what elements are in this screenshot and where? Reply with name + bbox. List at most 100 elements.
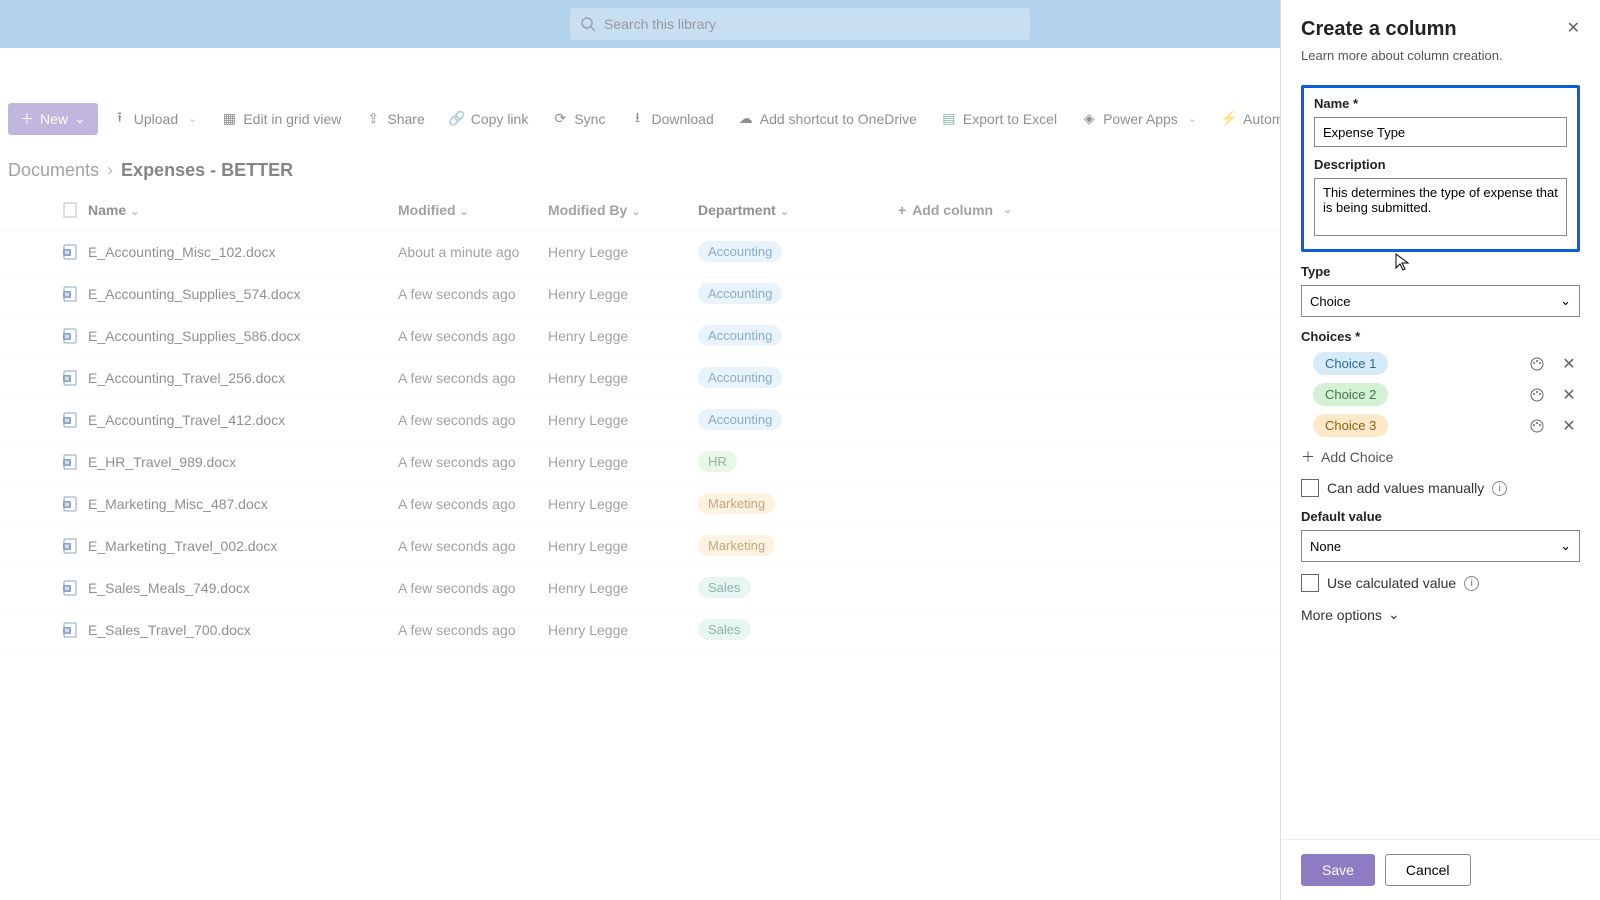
power-apps-button[interactable]: ◈Power Apps⌄: [1071, 103, 1207, 135]
svg-text:W: W: [65, 376, 70, 382]
col-modified[interactable]: Modified⌄: [398, 202, 548, 218]
learn-more-link[interactable]: Learn more about column creation.: [1301, 48, 1503, 63]
cancel-button[interactable]: Cancel: [1385, 854, 1471, 886]
palette-icon[interactable]: [1526, 353, 1548, 375]
chevron-down-icon: ⌄: [1560, 538, 1571, 554]
type-select[interactable]: Choice⌄: [1301, 285, 1580, 317]
chevron-down-icon: ⌄: [631, 206, 640, 218]
column-name-input[interactable]: [1314, 117, 1567, 147]
add-column-button[interactable]: +Add column⌄: [898, 202, 1078, 218]
file-name[interactable]: E_Sales_Travel_700.docx: [88, 622, 398, 638]
modified-by[interactable]: Henry Legge: [548, 412, 698, 428]
modified-by[interactable]: Henry Legge: [548, 454, 698, 470]
file-name[interactable]: E_Accounting_Supplies_574.docx: [88, 286, 398, 302]
create-column-panel: Create a column ✕ Learn more about colum…: [1280, 0, 1600, 900]
svg-text:W: W: [65, 334, 70, 340]
upload-icon: ⭱: [112, 111, 128, 127]
export-excel-button[interactable]: ▤Export to Excel: [931, 103, 1067, 135]
department-pill: Accounting: [698, 325, 782, 346]
info-icon[interactable]: i: [1492, 481, 1507, 496]
search-icon: [580, 16, 596, 32]
file-name[interactable]: E_Marketing_Travel_002.docx: [88, 538, 398, 554]
file-name[interactable]: E_Accounting_Supplies_586.docx: [88, 328, 398, 344]
modified-time: A few seconds ago: [398, 412, 548, 428]
mouse-cursor-icon: [1395, 253, 1411, 273]
choice-chip[interactable]: Choice 2: [1313, 383, 1388, 406]
modified-by[interactable]: Henry Legge: [548, 538, 698, 554]
new-label: New: [40, 111, 68, 127]
palette-icon[interactable]: [1526, 384, 1548, 406]
col-name[interactable]: Name⌄: [88, 202, 398, 218]
onedrive-icon: ☁: [738, 111, 754, 127]
description-input[interactable]: [1314, 178, 1567, 236]
svg-text:W: W: [65, 292, 70, 298]
breadcrumb-root[interactable]: Documents: [8, 160, 99, 181]
modified-by[interactable]: Henry Legge: [548, 580, 698, 596]
default-value-select[interactable]: None⌄: [1301, 530, 1580, 562]
choice-row: Choice 2 ✕: [1301, 383, 1580, 406]
search-input[interactable]: [604, 16, 1020, 32]
info-icon[interactable]: i: [1464, 576, 1479, 591]
copy-link-button[interactable]: 🔗Copy link: [439, 103, 539, 135]
file-name[interactable]: E_Sales_Meals_749.docx: [88, 580, 398, 596]
new-button[interactable]: ＋ New ⌄: [8, 103, 98, 135]
file-name[interactable]: E_Accounting_Misc_102.docx: [88, 244, 398, 260]
modified-time: About a minute ago: [398, 244, 548, 260]
file-name[interactable]: E_Accounting_Travel_412.docx: [88, 412, 398, 428]
word-doc-icon: W: [52, 538, 88, 554]
share-icon: ⇪: [365, 111, 381, 127]
choice-chip[interactable]: Choice 3: [1313, 414, 1388, 437]
modified-time: A few seconds ago: [398, 580, 548, 596]
download-icon: ⭳: [629, 111, 645, 127]
svg-text:W: W: [65, 586, 70, 592]
more-options-toggle[interactable]: More options⌄: [1301, 606, 1580, 623]
col-modified-by[interactable]: Modified By⌄: [548, 202, 698, 218]
remove-choice-icon[interactable]: ✕: [1558, 353, 1580, 375]
download-button[interactable]: ⭳Download: [619, 103, 723, 135]
file-name[interactable]: E_Accounting_Travel_256.docx: [88, 370, 398, 386]
sync-icon: ⟳: [552, 111, 568, 127]
modified-by[interactable]: Henry Legge: [548, 244, 698, 260]
word-doc-icon: W: [52, 244, 88, 260]
remove-choice-icon[interactable]: ✕: [1558, 384, 1580, 406]
modified-time: A few seconds ago: [398, 370, 548, 386]
col-department[interactable]: Department⌄: [698, 202, 898, 218]
svg-text:W: W: [65, 628, 70, 634]
checkbox-icon: [1301, 574, 1319, 592]
word-doc-icon: W: [52, 496, 88, 512]
file-name[interactable]: E_Marketing_Misc_487.docx: [88, 496, 398, 512]
file-name[interactable]: E_HR_Travel_989.docx: [88, 454, 398, 470]
manual-values-checkbox[interactable]: Can add values manuallyi: [1301, 479, 1580, 497]
plus-icon: ＋: [20, 109, 34, 129]
share-button[interactable]: ⇪Share: [355, 103, 434, 135]
word-doc-icon: W: [52, 622, 88, 638]
chevron-down-icon: ⌄: [1560, 293, 1571, 309]
modified-by[interactable]: Henry Legge: [548, 496, 698, 512]
type-label: Type: [1301, 264, 1580, 279]
department-pill: HR: [698, 451, 737, 472]
search-box[interactable]: [570, 8, 1030, 40]
upload-button[interactable]: ⭱Upload⌄: [102, 103, 208, 135]
svg-text:W: W: [65, 502, 70, 508]
department-pill: Accounting: [698, 241, 782, 262]
grid-view-button[interactable]: ▦Edit in grid view: [211, 103, 351, 135]
close-icon[interactable]: ✕: [1567, 18, 1580, 38]
chevron-down-icon: ⌄: [1003, 203, 1012, 216]
palette-icon[interactable]: [1526, 415, 1548, 437]
chevron-down-icon: ⌄: [780, 206, 789, 218]
sync-button[interactable]: ⟳Sync: [542, 103, 615, 135]
add-choice-button[interactable]: ＋Add Choice: [1301, 447, 1580, 467]
modified-by[interactable]: Henry Legge: [548, 286, 698, 302]
choice-chip[interactable]: Choice 1: [1313, 352, 1388, 375]
add-shortcut-button[interactable]: ☁Add shortcut to OneDrive: [728, 103, 927, 135]
modified-by[interactable]: Henry Legge: [548, 370, 698, 386]
modified-by[interactable]: Henry Legge: [548, 622, 698, 638]
modified-by[interactable]: Henry Legge: [548, 328, 698, 344]
remove-choice-icon[interactable]: ✕: [1558, 415, 1580, 437]
word-doc-icon: W: [52, 328, 88, 344]
description-label: Description: [1314, 157, 1567, 172]
chevron-down-icon: ⌄: [130, 206, 139, 218]
breadcrumb-current: Expenses - BETTER: [121, 160, 293, 181]
calculated-value-checkbox[interactable]: Use calculated valuei: [1301, 574, 1580, 592]
save-button[interactable]: Save: [1301, 854, 1375, 886]
